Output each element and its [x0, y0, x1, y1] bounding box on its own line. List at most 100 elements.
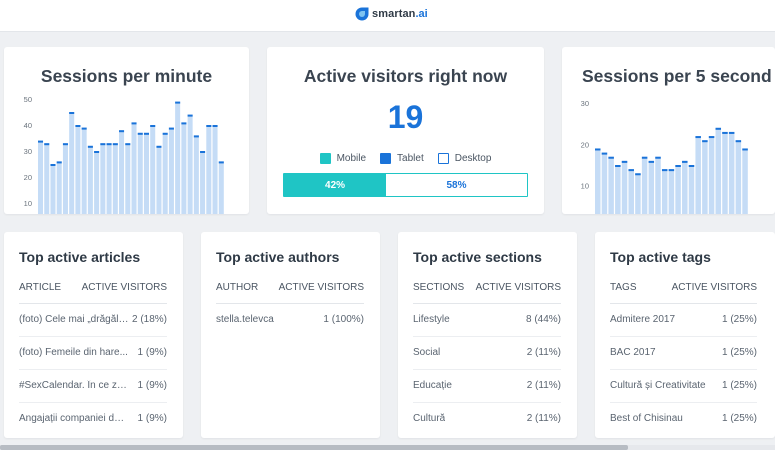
five-second-chart-bar[interactable]: [708, 136, 715, 214]
minute-chart-bar[interactable]: [206, 125, 212, 214]
top-authors-title: Top active authors: [216, 249, 340, 265]
five-second-chart-bar[interactable]: [615, 165, 621, 214]
desktop-share-segment[interactable]: 58%: [386, 174, 527, 196]
active-visitors-title: Active visitors right now: [303, 66, 508, 86]
five-second-chart-bar[interactable]: [661, 169, 668, 214]
legend-mobile[interactable]: Mobile: [319, 153, 366, 164]
tag-name: Cultură și Creativitate: [610, 380, 706, 391]
horizontal-scrollbar[interactable]: [0, 445, 775, 450]
tag-visitors: 1 (25%): [721, 347, 757, 358]
five-second-chart-y-tick: 30: [581, 99, 589, 108]
minute-chart-bar[interactable]: [44, 143, 50, 214]
minute-chart-bar[interactable]: [69, 112, 75, 214]
five-second-chart-bar[interactable]: [715, 127, 722, 214]
tag-name: Best of Chisinau: [610, 413, 683, 424]
table-row[interactable]: stella.televca 1 (100%): [216, 304, 364, 337]
table-row[interactable]: (foto) Femeile din hare... 1 (9%): [19, 337, 167, 370]
table-row[interactable]: Cultură și Creativitate 1 (25%): [610, 370, 757, 403]
five-second-chart-bar[interactable]: [675, 165, 681, 214]
top-authors-card: Top active authors AUTHOR ACTIVE VISITOR…: [201, 232, 380, 438]
section-name: Social: [413, 347, 441, 358]
section-visitors: 8 (44%): [525, 314, 561, 325]
five-second-chart-bar[interactable]: [648, 160, 655, 214]
five-second-chart-bar[interactable]: [641, 156, 648, 214]
five-second-chart-bar[interactable]: [628, 169, 634, 214]
mobile-swatch: [319, 153, 331, 164]
minute-chart-bar[interactable]: [94, 151, 100, 214]
table-row[interactable]: Angajații companiei de c... 1 (9%): [19, 403, 167, 436]
legend-desktop[interactable]: Desktop: [437, 153, 491, 164]
article-name: (foto) Femeile din hare...: [19, 347, 128, 358]
five-second-chart-bar[interactable]: [728, 131, 735, 214]
minute-chart-bar[interactable]: [181, 122, 187, 214]
five-second-chart-bar[interactable]: [595, 148, 601, 214]
scrollbar-thumb[interactable]: [0, 445, 628, 450]
tag-visitors: 1 (25%): [721, 413, 757, 424]
minute-chart-bar[interactable]: [187, 114, 193, 214]
minute-chart-bar[interactable]: [200, 151, 206, 214]
logo[interactable]: smartan .ai: [355, 7, 428, 21]
minute-chart-bar[interactable]: [137, 132, 143, 214]
minute-chart-bar[interactable]: [150, 125, 156, 214]
minute-chart-bar[interactable]: [212, 125, 218, 214]
five-second-chart-bar[interactable]: [655, 156, 661, 214]
minute-chart-bar[interactable]: [162, 132, 168, 214]
minute-chart-bar[interactable]: [75, 125, 81, 214]
minute-chart-y-tick: 40: [24, 121, 32, 130]
desktop-swatch: [437, 153, 449, 164]
minute-chart-bar[interactable]: [218, 161, 224, 214]
minute-chart-bar[interactable]: [62, 143, 68, 214]
mobile-share-segment[interactable]: 42%: [284, 174, 387, 196]
top-articles-title: Top active articles: [19, 249, 141, 265]
authors-col-visitors: ACTIVE VISITORS: [278, 282, 364, 293]
minute-chart-bar[interactable]: [38, 140, 44, 214]
five-second-chart-bar[interactable]: [722, 131, 728, 214]
top-sections-card: Top active sections SECTIONS ACTIVE VISI…: [398, 232, 577, 438]
table-row[interactable]: Cultură 2 (11%): [413, 403, 561, 436]
minute-chart-bar[interactable]: [131, 122, 137, 214]
minute-chart-bar[interactable]: [156, 145, 162, 214]
legend-tablet[interactable]: Tablet: [380, 153, 424, 164]
minute-chart-bar[interactable]: [119, 130, 125, 214]
table-row[interactable]: Social 2 (11%): [413, 337, 561, 370]
minute-chart-bar[interactable]: [81, 127, 87, 214]
minute-chart-bar[interactable]: [87, 145, 93, 214]
top-bar: smartan .ai: [0, 0, 775, 32]
minute-chart-bar[interactable]: [112, 143, 118, 214]
active-visitors-card: Active visitors right now 19 Mobile Tabl…: [267, 47, 544, 214]
five-second-chart-bar[interactable]: [608, 156, 614, 214]
minute-chart-bar[interactable]: [56, 161, 62, 214]
minute-chart-bar[interactable]: [106, 143, 112, 214]
tag-visitors: 1 (25%): [721, 380, 757, 391]
five-second-chart-bar[interactable]: [695, 136, 701, 214]
five-second-chart-bar[interactable]: [682, 160, 688, 214]
five-second-chart-bar[interactable]: [702, 140, 708, 214]
minute-chart-bar[interactable]: [193, 135, 199, 214]
table-row[interactable]: (foto) Cele mai „drăgălașe” 2 (18%): [19, 304, 167, 337]
table-row[interactable]: BAC 2017 1 (25%): [610, 337, 757, 370]
five-second-chart-bar[interactable]: [621, 160, 628, 214]
table-row[interactable]: Best of Chisinau 1 (25%): [610, 403, 757, 436]
five-second-chart-bar[interactable]: [635, 173, 641, 214]
table-row[interactable]: Admitere 2017 1 (25%): [610, 304, 757, 337]
five-second-chart-bar[interactable]: [668, 169, 675, 214]
five-second-chart-bar[interactable]: [735, 140, 742, 214]
five-second-chart-bar[interactable]: [688, 165, 695, 214]
minute-chart-bar[interactable]: [50, 164, 56, 214]
section-name: Cultură: [413, 413, 446, 424]
brand-name: smartan: [372, 8, 416, 20]
minute-chart-bar[interactable]: [175, 101, 181, 214]
minute-chart-bar[interactable]: [125, 143, 131, 214]
minute-chart-bar[interactable]: [100, 143, 106, 214]
section-visitors: 2 (11%): [526, 380, 561, 391]
minute-chart-bar[interactable]: [143, 132, 149, 214]
table-row[interactable]: Lifestyle 8 (44%): [413, 304, 561, 337]
minute-chart-bar[interactable]: [168, 127, 174, 214]
article-visitors: 1 (9%): [137, 413, 167, 424]
five-second-chart-bar[interactable]: [601, 152, 608, 214]
table-row[interactable]: #SexCalendar. În ce zile ... 1 (9%): [19, 370, 167, 403]
table-row[interactable]: Educație 2 (11%): [413, 370, 561, 403]
five-second-chart-bar[interactable]: [742, 148, 748, 214]
minute-chart-y-tick: 10: [24, 199, 32, 208]
device-split-bar: 42% 58%: [283, 173, 528, 197]
